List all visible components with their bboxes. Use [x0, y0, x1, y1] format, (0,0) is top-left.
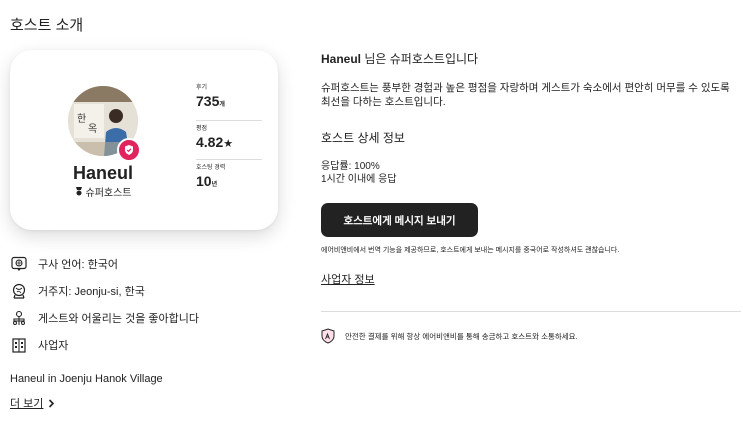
chevron-right-icon — [49, 398, 55, 408]
superhost-heading: Haneul 님은 슈퍼호스트입니다 — [321, 52, 479, 66]
message-host-button[interactable]: 호스트에게 메시지 보내기 — [321, 203, 478, 237]
stat-rating-label: 평점 — [196, 126, 208, 132]
building-icon — [10, 336, 28, 354]
stat-hosting-years: 호스팅 경력 10년 — [196, 160, 262, 200]
host-profile-card[interactable]: 한 옥 Haneul 슈퍼호스트 후기 735개 평점 4.82★ 호스팅 경력… — [10, 50, 278, 230]
business-info-link[interactable]: 사업자 정보 — [321, 271, 741, 287]
show-more-label[interactable]: 더 보기 — [10, 395, 43, 411]
info-language: 구사 언어: 한국어 — [10, 250, 199, 277]
host-details-title: 호스트 상세 정보 — [321, 131, 405, 145]
avatar-wrap: 한 옥 — [68, 86, 141, 162]
host-stats: 후기 735개 평점 4.82★ 호스팅 경력 10년 — [196, 80, 262, 200]
translate-note: 에어비앤비에서 번역 기능을 제공하므로, 호스트에게 보내는 메시지를 중국어… — [321, 247, 620, 254]
divider — [321, 311, 741, 312]
payment-shield-icon — [321, 328, 335, 344]
superhost-icon — [75, 187, 82, 196]
stat-reviews: 후기 735개 — [196, 80, 262, 121]
response-time: 1시간 이내에 응답 — [321, 174, 397, 185]
info-business: 사업자 — [10, 331, 199, 358]
section-title: 호스트 소개 — [10, 17, 84, 34]
svg-text:옥: 옥 — [88, 123, 97, 135]
host-name: Haneul — [72, 163, 133, 183]
superhost-badge-icon — [117, 138, 141, 162]
host-info-list: 구사 언어: 한국어 거주지: Jeonju-si, 한국 게스트와 어울리는 … — [10, 250, 199, 358]
host-role: 슈퍼호스트 — [10, 184, 196, 199]
info-likes: 게스트와 어울리는 것을 좋아합니다 — [10, 304, 199, 331]
show-more-link[interactable]: 더 보기 — [10, 395, 55, 411]
globe-pin-icon — [10, 282, 28, 300]
star-icon: ★ — [223, 138, 234, 150]
people-icon — [10, 309, 28, 327]
stat-rating: 평점 4.82★ — [196, 121, 262, 160]
payment-safety-note: 안전한 결제를 위해 항상 에어비앤비를 통해 송금하고 호스트와 소통하세요. — [321, 328, 578, 344]
stat-rating-value: 4.82★ — [196, 134, 234, 150]
host-bio: Haneul in Joenju Hanok Village — [10, 373, 163, 385]
host-response-info: 응답률: 100% 1시간 이내에 응답 — [321, 160, 741, 186]
stat-reviews-value: 735개 — [196, 93, 225, 109]
svg-text:한: 한 — [77, 113, 86, 125]
host-details-panel: Haneul 님은 슈퍼호스트입니다 슈퍼호스트는 풍부한 경험과 높은 평점을… — [321, 50, 741, 287]
stat-hosting-years-label: 호스팅 경력 — [196, 165, 226, 171]
speech-globe-icon — [10, 255, 28, 273]
stat-hosting-years-value: 10년 — [196, 173, 218, 189]
host-role-label: 슈퍼호스트 — [85, 188, 132, 199]
superhost-description: 슈퍼호스트는 풍부한 경험과 높은 평점을 자랑하며 게스트가 숙소에서 편안히… — [321, 82, 730, 108]
stat-reviews-label: 후기 — [196, 85, 208, 91]
response-rate: 응답률: 100% — [321, 161, 380, 172]
info-residence: 거주지: Jeonju-si, 한국 — [10, 277, 199, 304]
